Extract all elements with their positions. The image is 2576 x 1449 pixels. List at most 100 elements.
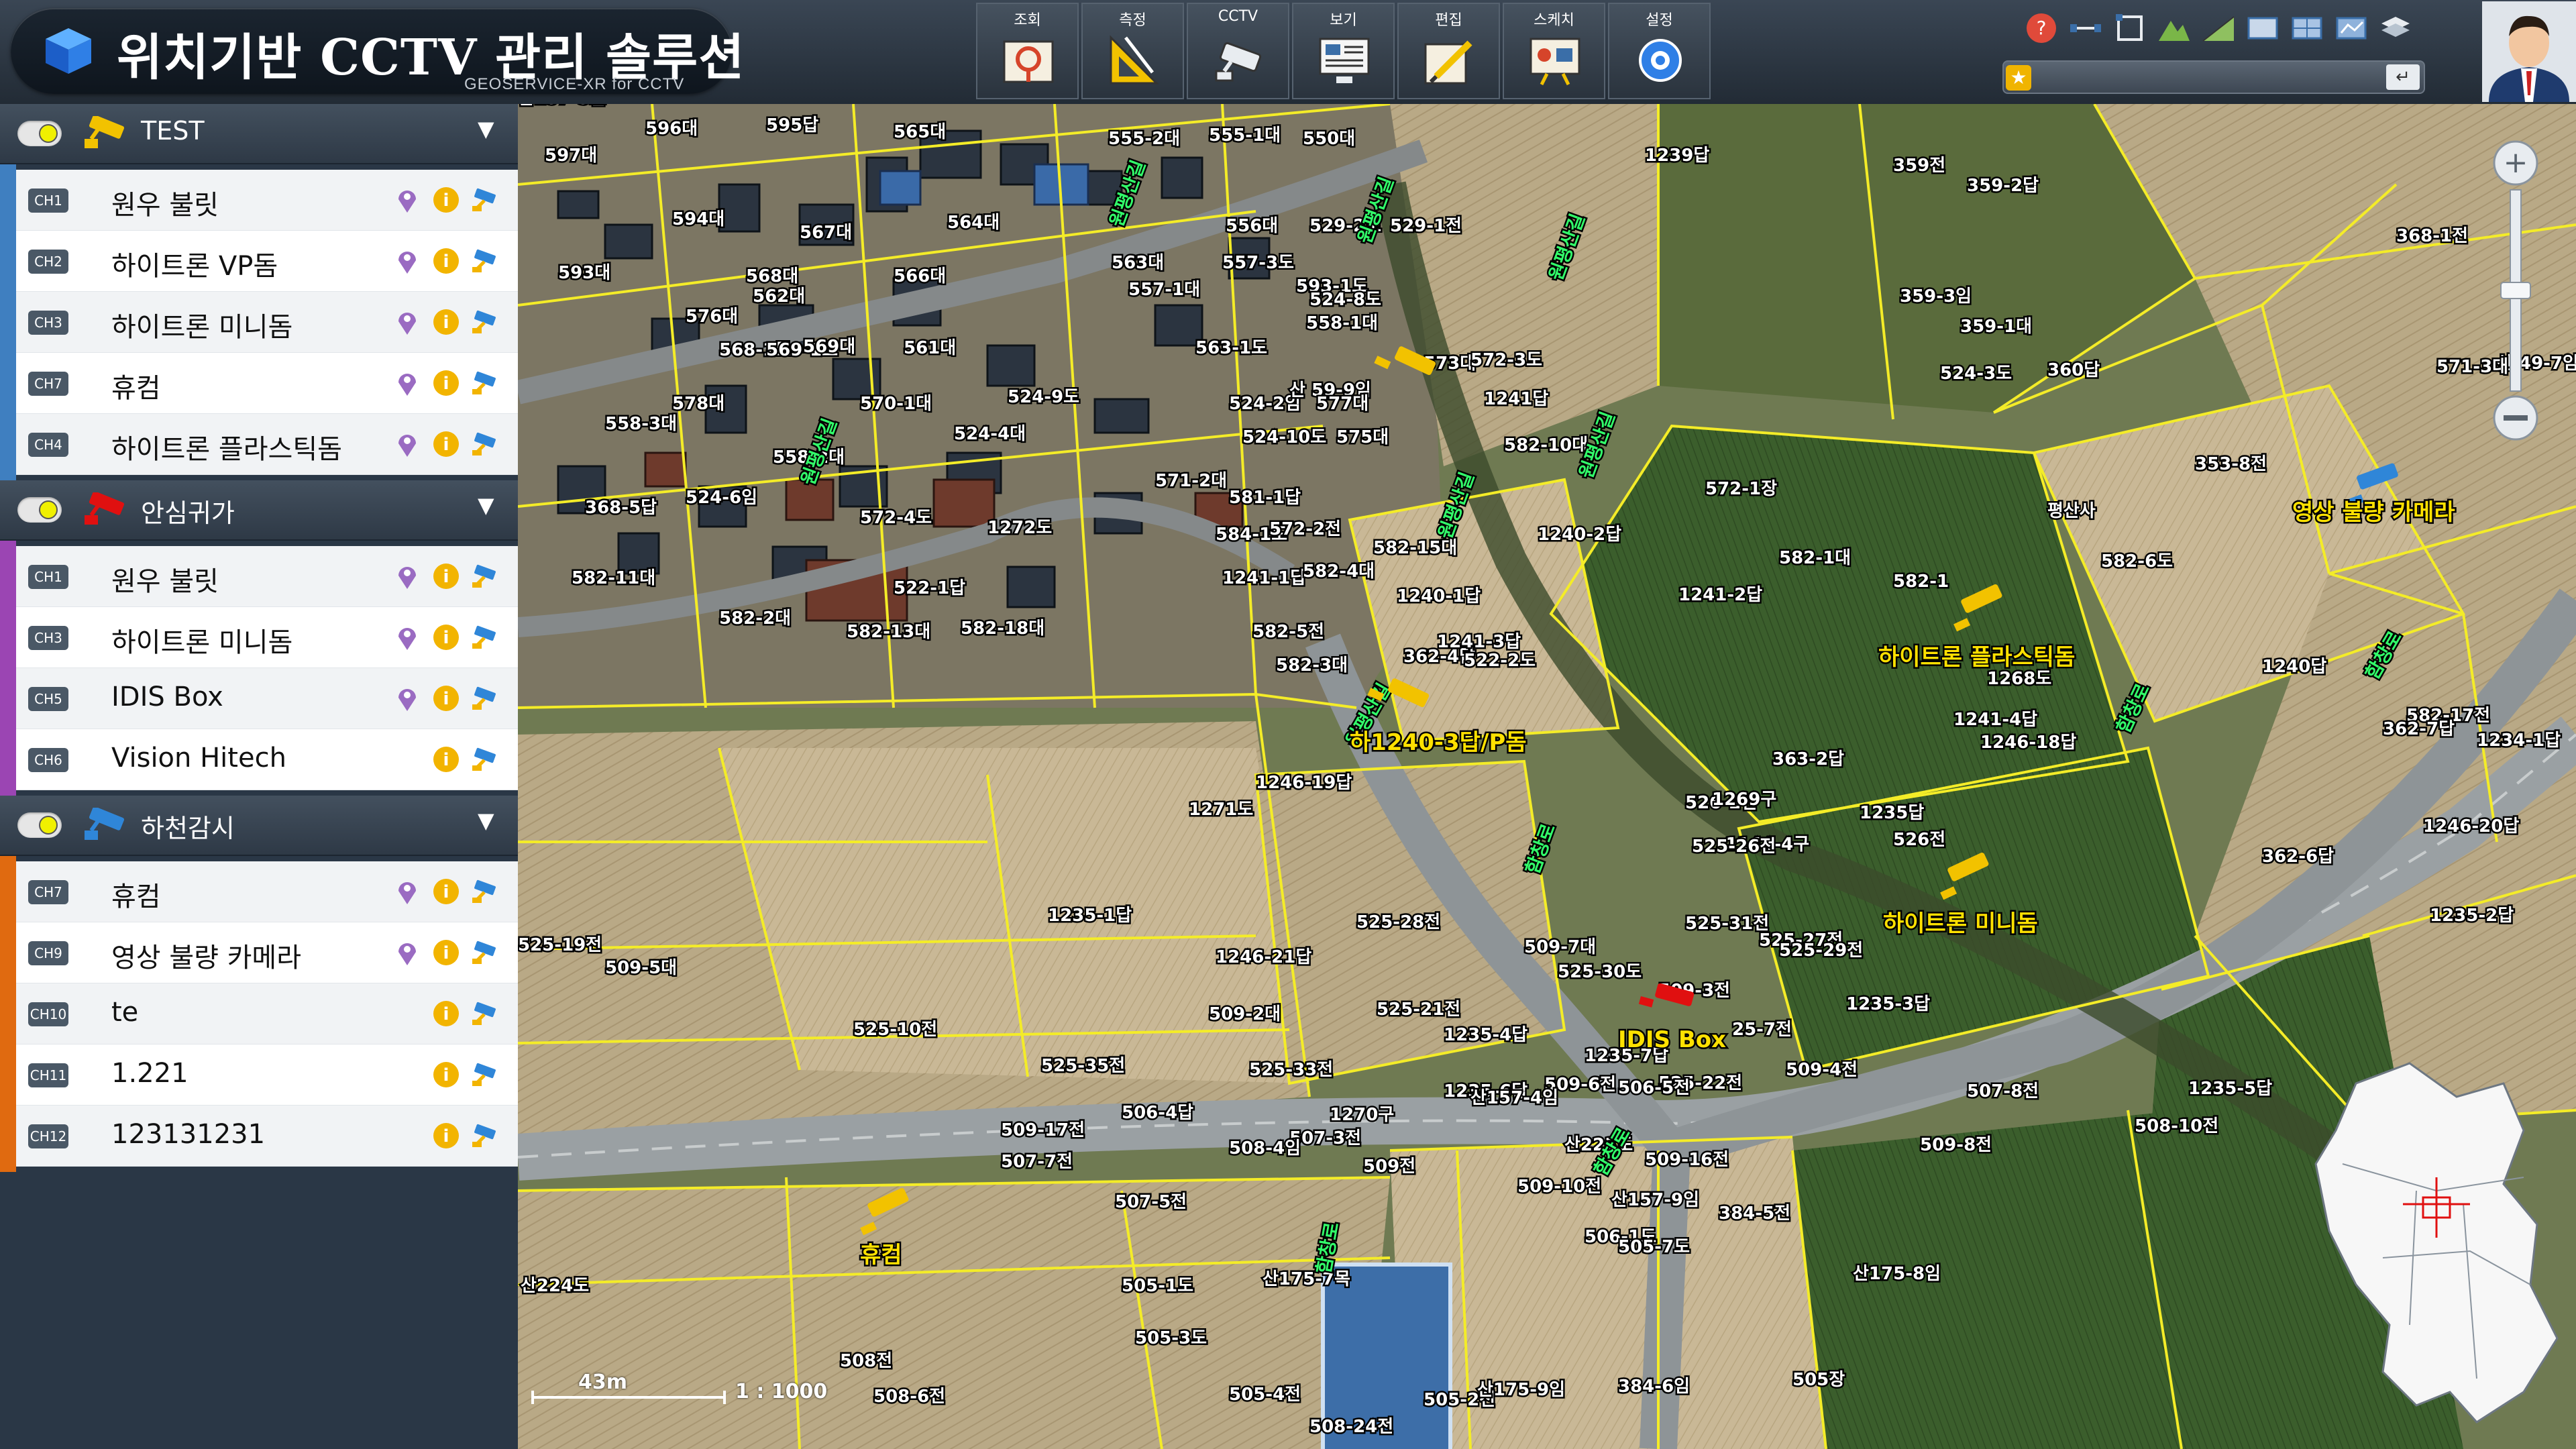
channel-row[interactable]: CH4 하이트론 플라스틱돔 i [16, 414, 518, 475]
aerial-map-canvas[interactable]: 596대 595답 597대 565대 555-2대 555-1대 550대 1239답 359… [518, 104, 2576, 1449]
favorite-star-icon[interactable]: ★ [2006, 65, 2031, 91]
channel-row[interactable]: CH3 하이트론 미니돔 i [16, 292, 518, 353]
toolbar-search-button[interactable]: 조회 [976, 3, 1079, 99]
info-icon[interactable]: i [432, 247, 460, 275]
location-pin-icon[interactable] [393, 684, 421, 712]
ruler-triangle-icon [1110, 35, 1159, 85]
camera-view-icon[interactable] [471, 1061, 499, 1089]
terrain-icon[interactable] [2155, 9, 2193, 47]
user-avatar-icon [2482, 1, 2576, 102]
camera-view-icon[interactable] [471, 623, 499, 651]
info-icon[interactable]: i [432, 186, 460, 214]
toolbar-sketch-button[interactable]: 스케치 [1503, 3, 1605, 99]
camera-view-icon[interactable] [471, 684, 499, 712]
zoom-slider-handle[interactable] [2500, 282, 2531, 299]
svg-text:i: i [443, 689, 449, 709]
help-icon[interactable]: ? [2023, 9, 2060, 47]
info-icon[interactable]: i [432, 1000, 460, 1028]
svg-text:i: i [443, 1126, 449, 1146]
parcel-label: 558-1대 [1306, 313, 1378, 333]
info-icon[interactable]: i [432, 369, 460, 397]
camera-view-icon[interactable] [471, 877, 499, 906]
user-avatar[interactable] [2482, 1, 2576, 102]
channel-row[interactable]: CH12 123131231 i [16, 1106, 518, 1167]
info-icon[interactable]: i [432, 938, 460, 967]
info-icon[interactable]: i [432, 684, 460, 712]
channel-row[interactable]: CH5 IDIS Box i [16, 668, 518, 729]
collapse-caret-icon[interactable]: ▼ [478, 116, 494, 142]
channel-row[interactable]: CH6 Vision Hitech i [16, 729, 518, 790]
parcel-label: 525-19전 [518, 935, 602, 955]
location-pin-icon[interactable] [393, 430, 421, 458]
map-layer-3-icon[interactable] [2332, 9, 2370, 47]
camera-view-icon[interactable] [471, 308, 499, 336]
group-header-safe-return[interactable]: 안심귀가 ▼ [0, 480, 518, 541]
camera-view-icon[interactable] [471, 562, 499, 590]
area-icon[interactable] [2111, 9, 2149, 47]
info-icon[interactable]: i [432, 430, 460, 458]
camera-view-icon[interactable] [471, 369, 499, 397]
channel-row[interactable]: CH2 하이트론 VP돔 i [16, 231, 518, 292]
parcel-label: 582-13대 [847, 622, 930, 642]
map-layer-2-icon[interactable] [2288, 9, 2326, 47]
location-pin-icon[interactable] [393, 938, 421, 967]
location-pin-icon[interactable] [393, 877, 421, 906]
channel-row[interactable]: CH9 영상 불량 카메라 i [16, 922, 518, 983]
camera-view-icon[interactable] [471, 247, 499, 275]
group-toggle[interactable] [17, 497, 62, 523]
info-icon[interactable]: i [432, 623, 460, 651]
toolbar-label: 보기 [1330, 12, 1357, 29]
channel-row[interactable]: CH1 원우 불릿 i [16, 170, 518, 231]
group-toggle[interactable] [17, 812, 62, 838]
layers-stack-icon[interactable] [2377, 9, 2414, 47]
info-icon[interactable]: i [432, 562, 460, 590]
channel-row[interactable]: CH3 하이트론 미니돔 i [16, 607, 518, 668]
info-icon[interactable]: i [432, 308, 460, 336]
location-pin-icon[interactable] [393, 247, 421, 275]
toolbar-measure-button[interactable]: 측정 [1081, 3, 1184, 99]
toolbar-settings-button[interactable]: 설정 [1608, 3, 1711, 99]
overview-minimap[interactable] [2302, 1057, 2564, 1432]
toolbar-cctv-button[interactable]: CCTV [1187, 3, 1289, 99]
collapse-caret-icon[interactable]: ▼ [478, 492, 494, 518]
toolbar-label: CCTV [1218, 8, 1258, 25]
zoom-control[interactable]: + [2489, 136, 2542, 445]
group-toggle[interactable] [17, 121, 62, 146]
camera-view-icon[interactable] [471, 186, 499, 214]
group-header-test[interactable]: TEST ▼ [0, 104, 518, 164]
location-pin-icon[interactable] [393, 369, 421, 397]
location-pin-icon[interactable] [393, 308, 421, 336]
info-icon[interactable]: i [432, 877, 460, 906]
distance-icon[interactable] [2067, 9, 2104, 47]
camera-view-icon[interactable] [471, 938, 499, 967]
channel-row[interactable]: CH11 1.221 i [16, 1044, 518, 1106]
location-pin-icon[interactable] [393, 562, 421, 590]
location-pin-icon[interactable] [393, 623, 421, 651]
camera-view-icon[interactable] [471, 745, 499, 773]
parcel-label: 362-6답 [2262, 847, 2334, 867]
toolbar-edit-button[interactable]: 편집 [1397, 3, 1500, 99]
svg-text:i: i [443, 628, 449, 648]
camera-view-icon[interactable] [471, 1122, 499, 1150]
slope-icon[interactable] [2200, 9, 2237, 47]
channel-row[interactable]: CH1 원우 불릿 i [16, 546, 518, 607]
info-icon[interactable]: i [432, 1122, 460, 1150]
search-submit-button[interactable]: ↵ [2386, 64, 2420, 90]
group-header-river-watch[interactable]: 하천감시 ▼ [0, 796, 518, 856]
info-icon[interactable]: i [432, 1061, 460, 1089]
camera-view-icon[interactable] [471, 1000, 499, 1028]
parcel-label: 산157-5도 [518, 104, 606, 109]
channel-badge: CH7 [28, 880, 68, 904]
map-layer-1-icon[interactable] [2244, 9, 2282, 47]
search-input[interactable]: ★ ↵ [2002, 60, 2425, 94]
toolbar-view-button[interactable]: 보기 [1292, 3, 1395, 99]
info-icon[interactable]: i [432, 745, 460, 773]
location-pin-icon[interactable] [393, 186, 421, 214]
channel-row[interactable]: CH10 te i [16, 983, 518, 1044]
camera-view-icon[interactable] [471, 430, 499, 458]
channel-row[interactable]: CH7 휴컴 i [16, 353, 518, 414]
channel-row[interactable]: CH7 휴컴 i [16, 861, 518, 922]
collapse-caret-icon[interactable]: ▼ [478, 808, 494, 833]
map-view[interactable]: 596대 595답 597대 565대 555-2대 555-1대 550대 1239답 359… [518, 104, 2576, 1449]
parcel-label: 529-1전 [1390, 216, 1462, 236]
